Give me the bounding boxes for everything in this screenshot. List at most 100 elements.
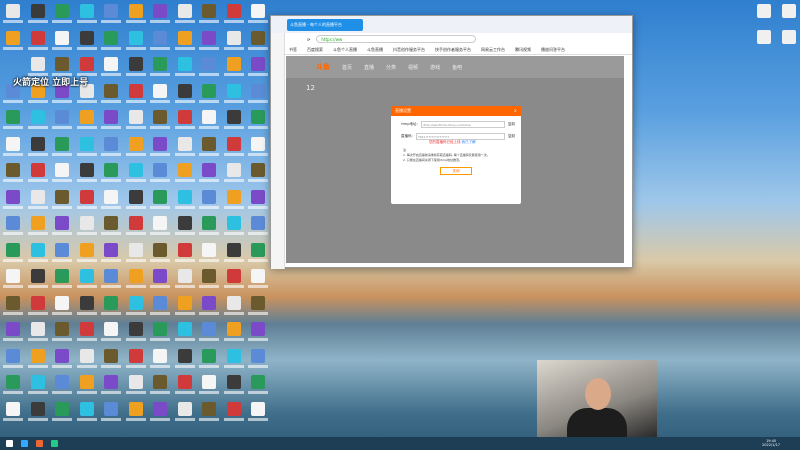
desktop-file-icon[interactable] [174, 242, 195, 262]
url-input[interactable]: https://ww [316, 35, 477, 43]
start-icon[interactable] [6, 440, 13, 447]
desktop-file-icon[interactable] [199, 375, 219, 394]
desktop-file-icon[interactable] [248, 242, 268, 262]
desktop-file-icon[interactable] [174, 401, 195, 421]
desktop-file-icon[interactable] [76, 110, 97, 129]
desktop-file-icon[interactable] [101, 269, 121, 288]
desktop-file-icon[interactable] [248, 163, 268, 182]
browser-tab[interactable]: 斗鱼直播 - 每个人的直播平台 [287, 18, 363, 31]
desktop-file-icon[interactable] [3, 401, 23, 421]
desktop-file-icon[interactable] [3, 295, 23, 315]
desktop-file-icon[interactable] [223, 57, 244, 76]
desktop-file-icon[interactable] [150, 136, 170, 156]
desktop-file-icon[interactable] [174, 322, 195, 341]
desktop-file-icon[interactable] [199, 136, 219, 156]
reload-icon[interactable]: ⟳ [307, 37, 310, 42]
desktop-file-icon[interactable] [174, 163, 195, 182]
desktop-file-icon[interactable] [248, 322, 268, 341]
desktop-file-icon[interactable] [150, 295, 170, 315]
copy-rtmp-button[interactable]: 复制 [508, 122, 515, 127]
desktop-file-icon[interactable] [223, 242, 244, 262]
desktop-file-icon[interactable] [199, 110, 219, 129]
desktop-file-icon[interactable] [223, 295, 244, 315]
desktop-file-icon[interactable] [248, 30, 268, 50]
desktop-file-icon[interactable] [125, 401, 146, 421]
rtmp-field[interactable]: rtmp://sendtc3a.douyu.com/live [420, 121, 505, 128]
desktop-file-icon[interactable] [150, 401, 170, 421]
desktop-file-icon[interactable] [757, 30, 771, 44]
bookmark-item[interactable]: 网易云工作台 [481, 47, 505, 53]
desktop-file-icon[interactable] [76, 216, 97, 235]
desktop-file-icon[interactable] [248, 110, 268, 129]
bookmark-item[interactable]: 斗鱼个人直播 [333, 47, 357, 53]
taskbar-app-icon[interactable] [21, 440, 28, 447]
desktop-file-icon[interactable] [248, 4, 268, 23]
desktop-file-icon[interactable] [199, 269, 219, 288]
desktop-file-icon[interactable] [125, 189, 146, 209]
desktop-file-icon[interactable] [76, 30, 97, 50]
desktop-file-icon[interactable] [223, 322, 244, 341]
nav-item[interactable]: 直播 [364, 64, 374, 71]
desktop-file-icon[interactable] [76, 4, 97, 23]
desktop-file-icon[interactable] [223, 83, 244, 103]
desktop-file-icon[interactable] [199, 57, 219, 76]
nav-item[interactable]: 视频 [408, 64, 418, 71]
desktop-file-icon[interactable] [3, 110, 23, 129]
desktop-file-icon[interactable] [101, 322, 121, 341]
desktop-file-icon[interactable] [52, 269, 72, 288]
desktop-file-icon[interactable] [52, 4, 72, 23]
desktop-file-icon[interactable] [223, 163, 244, 182]
desktop-file-icon[interactable] [3, 189, 23, 209]
desktop-file-icon[interactable] [248, 269, 268, 288]
desktop-file-icon[interactable] [782, 4, 796, 18]
desktop-file-icon[interactable] [150, 348, 170, 368]
desktop-file-icon[interactable] [76, 401, 97, 421]
bookmark-item[interactable]: 书签 [289, 47, 297, 53]
desktop-file-icon[interactable] [101, 295, 121, 315]
desktop-file-icon[interactable] [3, 30, 23, 50]
desktop-file-icon[interactable] [199, 4, 219, 23]
desktop-file-icon[interactable] [101, 401, 121, 421]
desktop-file-icon[interactable] [52, 189, 72, 209]
address-bar[interactable]: ⟳ https://ww [271, 33, 632, 45]
desktop-file-icon[interactable] [125, 136, 146, 156]
desktop-file-icon[interactable] [150, 57, 170, 76]
desktop-file-icon[interactable] [76, 189, 97, 209]
desktop-file-icon[interactable] [101, 30, 121, 50]
desktop-file-icon[interactable] [174, 375, 195, 394]
desktop-file-icon[interactable] [125, 322, 146, 341]
desktop-file-icon[interactable] [150, 189, 170, 209]
desktop-file-icon[interactable] [52, 295, 72, 315]
desktop-file-icon[interactable] [125, 30, 146, 50]
taskbar-app-icon[interactable] [36, 440, 43, 447]
desktop-file-icon[interactable] [174, 57, 195, 76]
desktop-file-icon[interactable] [150, 163, 170, 182]
desktop-file-icon[interactable] [52, 401, 72, 421]
desktop-file-icon[interactable] [248, 401, 268, 421]
clock[interactable]: 19:40 2022/1/17 [762, 439, 780, 447]
desktop-file-icon[interactable] [248, 295, 268, 315]
desktop-file-icon[interactable] [248, 83, 268, 103]
desktop-file-icon[interactable] [76, 269, 97, 288]
desktop-file-icon[interactable] [125, 216, 146, 235]
desktop-file-icon[interactable] [150, 4, 170, 23]
desktop-file-icon[interactable] [27, 110, 48, 129]
desktop-file-icon[interactable] [101, 375, 121, 394]
desktop-file-icon[interactable] [248, 136, 268, 156]
desktop-file-icon[interactable] [27, 216, 48, 235]
desktop-file-icon[interactable] [248, 348, 268, 368]
desktop-file-icon[interactable] [150, 83, 170, 103]
desktop-file-icon[interactable] [27, 4, 48, 23]
desktop-file-icon[interactable] [101, 163, 121, 182]
desktop-file-icon[interactable] [125, 57, 146, 76]
desktop-file-icon[interactable] [223, 216, 244, 235]
desktop-file-icon[interactable] [223, 348, 244, 368]
desktop-file-icon[interactable] [101, 189, 121, 209]
desktop-file-icon[interactable] [782, 30, 796, 44]
desktop-file-icon[interactable] [174, 4, 195, 23]
desktop-file-icon[interactable] [27, 269, 48, 288]
desktop-file-icon[interactable] [150, 375, 170, 394]
desktop-file-icon[interactable] [199, 401, 219, 421]
close-icon[interactable]: × [514, 108, 517, 114]
desktop-file-icon[interactable] [223, 110, 244, 129]
